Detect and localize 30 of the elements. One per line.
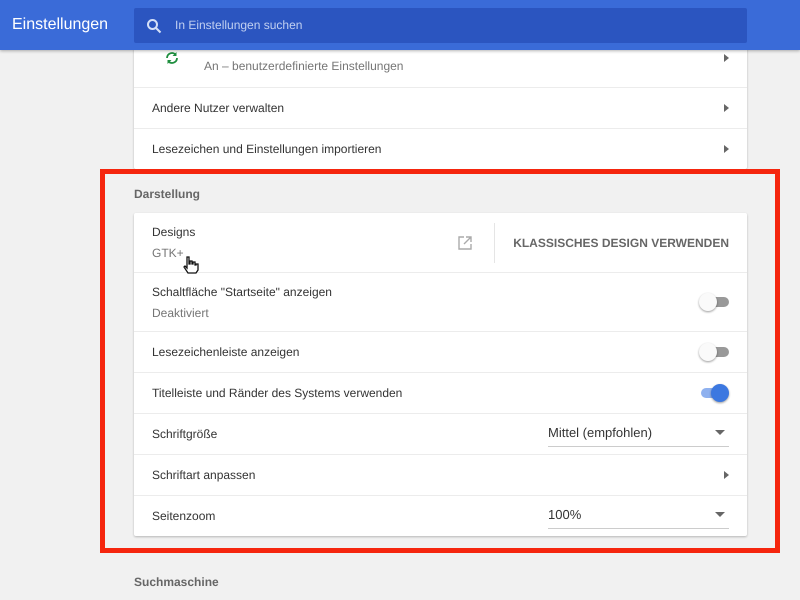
setting-value: GTK+ — [152, 245, 185, 262]
setting-label: Schriftgröße — [152, 426, 218, 443]
setting-label: Schriftart anpassen — [152, 467, 256, 484]
chevron-icon[interactable] — [724, 145, 729, 153]
setting-label: Andere Nutzer verwalten — [152, 100, 286, 117]
setting-value: An – benutzerdefinierte Einstellungen — [204, 58, 404, 74]
setting-label: Seitenzoom — [152, 508, 216, 525]
caret-icon — [715, 430, 725, 435]
dropdown[interactable]: Mittel (empfohlen) — [548, 420, 729, 448]
toggle-switch[interactable] — [699, 343, 729, 361]
page-title: Einstellungen — [11, 15, 110, 35]
search-icon — [146, 18, 162, 34]
setting-label: Lesezeichen und Einstellungen importieren — [152, 141, 382, 158]
toggle-switch[interactable] — [699, 293, 729, 311]
setting-label: Titelleiste und Ränder des Systems verwenden — [152, 385, 404, 402]
caret-icon — [715, 512, 725, 517]
section-heading: Darstellung — [134, 186, 202, 203]
chevron-icon[interactable] — [724, 54, 729, 62]
setting-label: Lesezeichenleiste anzeigen — [152, 344, 300, 361]
search-field[interactable]: In Einstellungen suchen — [134, 8, 747, 42]
classic-theme-button[interactable]: KLASSISCHES DESIGN VERWENDEN — [494, 222, 729, 262]
chevron-icon[interactable] — [724, 471, 729, 479]
chevron-icon[interactable] — [724, 104, 729, 112]
toggle-switch[interactable] — [699, 384, 729, 402]
dropdown[interactable]: 100% — [548, 502, 729, 530]
setting-value: Deaktiviert — [152, 304, 210, 322]
setting-label: Designs — [152, 224, 196, 241]
setting-label: Schaltfläche "Startseite" anzeigen — [152, 284, 333, 300]
section-heading: Suchmaschine — [134, 574, 220, 591]
sync-icon — [164, 50, 180, 66]
